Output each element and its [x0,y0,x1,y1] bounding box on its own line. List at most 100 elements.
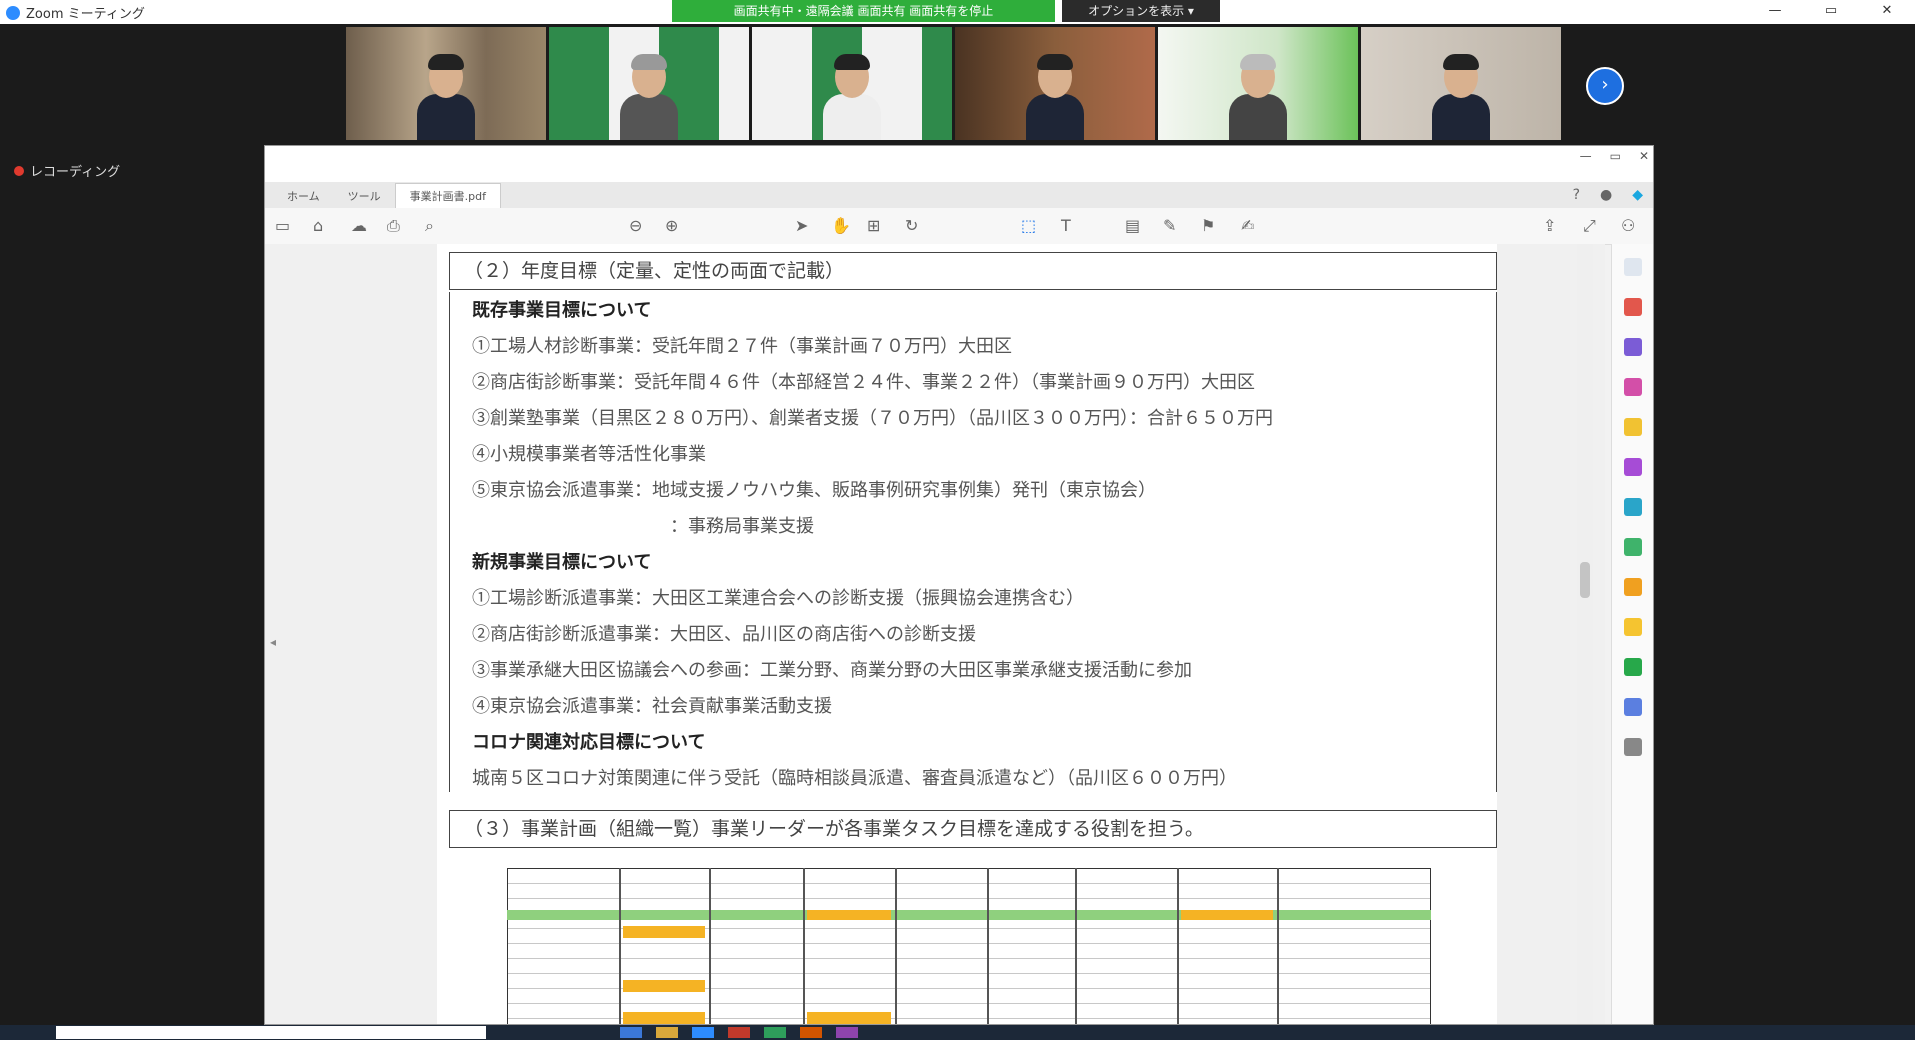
tab-home[interactable]: ホーム [273,184,334,208]
settings-icon[interactable] [1624,738,1642,756]
video-camera-icon [6,5,20,20]
taskbar-app-icon[interactable] [836,1027,858,1038]
taskbar-app-icon[interactable] [692,1027,714,1038]
screen-share-banner[interactable]: 画面共有中・遠隔会議 画面共有 画面共有を停止 [672,0,1055,22]
hand-icon[interactable]: ✋ [831,216,851,235]
participant-tile[interactable] [1361,27,1561,140]
vertical-scrollbar[interactable] [1577,244,1593,1024]
pdf-tabbar: ホーム ツール 事業計画書.pdf ? ● ◆ [265,182,1653,208]
tab-document[interactable]: 事業計画書.pdf [394,183,502,208]
doc-line: ①工場人材診断事業：受託年間２７件（事業計画７０万円）大田区 [472,336,1012,357]
taskbar-app-icon[interactable] [800,1027,822,1038]
help-icon[interactable]: ? [1573,187,1580,203]
recording-indicator[interactable]: レコーディング [14,161,120,180]
home-icon[interactable]: ⌂ [313,216,323,235]
account-icons: ? ● ◆ [1573,187,1643,203]
more-tools-icon[interactable] [1624,578,1642,596]
table-grid [507,868,1431,1024]
participant-video [417,54,475,140]
close-button[interactable]: ✕ [1639,146,1649,166]
typewriter-icon[interactable]: T [1061,216,1071,235]
minimize-button[interactable]: — [1747,0,1803,22]
table-column-line [709,868,711,1024]
participant-video [620,54,678,140]
minimize-button[interactable]: — [1580,146,1592,166]
print-icon[interactable]: ⎙ [387,216,400,236]
fill-sign-icon[interactable] [1624,458,1642,476]
pdf-page: （２）年度目標（定量、定性の両面で記載） 既存事業目標について ①工場人材診断事… [437,244,1497,1024]
table-highlight-cell [807,1012,891,1024]
close-button[interactable]: ✕ [1859,0,1915,22]
participant-tile[interactable] [752,27,952,140]
doc-line: ：事務局事業支援 [472,516,814,537]
doc-line: ②商店街診断派遣事業：大田区、品川区の商店街への診断支援 [472,624,976,645]
doc-line: ④東京協会派遣事業：社会貢献事業活動支援 [472,696,832,717]
participant-tile[interactable] [346,27,546,140]
account-icon[interactable]: ◆ [1632,187,1643,203]
page-icon[interactable]: ▭ [275,216,290,235]
participant-tile[interactable] [955,27,1155,140]
view-options-button[interactable]: オプションを表示 ▾ [1062,0,1220,22]
section-2-header: （２）年度目標（定量、定性の両面で記載） [449,252,1497,290]
window-controls: — ▭ ✕ [1747,0,1915,22]
bell-icon[interactable]: ● [1600,187,1612,203]
section-3-header: （３）事業計画（組織一覧）事業リーダーが各事業タスク目標を達成する役割を担う。 [449,810,1497,848]
search-icon[interactable] [1624,258,1642,276]
protect-icon[interactable] [1624,698,1642,716]
maximize-button[interactable]: ▭ [1610,146,1621,166]
scrollbar-thumb[interactable] [1580,562,1590,598]
pdf-menubar [265,166,1653,182]
table-column-line [1177,868,1179,1024]
doc-line: ④小規模事業者等活性化事業 [472,444,706,465]
table-column-line [803,868,805,1024]
taskbar-app-icon[interactable] [620,1027,642,1038]
tab-tools[interactable]: ツール [334,184,395,208]
next-page-button[interactable]: › [1586,67,1624,105]
section-2-body: 既存事業目標について ①工場人材診断事業：受託年間２７件（事業計画７０万円）大田… [449,292,1497,792]
zoom-out-icon[interactable]: ⊖ [629,216,642,235]
app-title-text: Zoom ミーティング [26,7,145,22]
taskbar-app-icon[interactable] [764,1027,786,1038]
taskbar-search-input[interactable] [56,1026,486,1039]
doc-line: ①工場診断派遣事業：大田区工業連合会への診断支援（振興協会連携含む） [472,588,1084,609]
organize-icon[interactable] [1624,378,1642,396]
comment-icon[interactable]: ▤ [1125,216,1140,235]
maximize-button[interactable]: ▭ [1803,0,1859,22]
share-icon[interactable]: ⇪ [1543,216,1556,235]
taskbar-app-icon[interactable] [728,1027,750,1038]
collapse-left-icon[interactable]: ◂ [270,635,276,649]
participant-tile[interactable] [1158,27,1358,140]
comment-icon[interactable] [1624,418,1642,436]
doc-line: 新規事業目標について [472,552,652,573]
sign-icon[interactable]: ✍ [1241,216,1254,235]
pdf-titlebar: — ▭ ✕ [265,146,1653,166]
doc-line: ②商店街診断事業：受託年間４６件（本部経営２４件、事業２２件）（事業計画９０万円… [472,372,1255,393]
pdf-toolbar: ▭ ⌂ ☁ ⎙ ⌕ ⊖ ⊕ ➤ ✋ ⊞ ↻ ⬚ T ▤ ✎ ⚑ ✍ ⇪ ⤢ ⚇ [265,208,1653,245]
pen-icon[interactable]: ✎ [1163,216,1176,235]
share-icon[interactable] [1624,658,1642,676]
taskbar-app-icon[interactable] [656,1027,678,1038]
user-share-icon[interactable]: ⚇ [1621,216,1635,235]
fit-icon[interactable]: ⊞ [867,216,880,235]
zoom-in-icon[interactable]: ⊕ [665,216,678,235]
protect-icon[interactable] [1624,498,1642,516]
table-column-line [1277,868,1279,1024]
cloud-icon[interactable]: ☁ [351,216,367,235]
zoom-app-title: Zoom ミーティング [6,3,145,22]
export-pdf-icon[interactable] [1624,298,1642,316]
select-icon[interactable]: ⬚ [1021,216,1036,235]
stamp-icon[interactable] [1624,618,1642,636]
document-area[interactable]: （２）年度目標（定量、定性の両面で記載） 既存事業目標について ①工場人材診断事… [265,244,1605,1024]
compress-icon[interactable] [1624,538,1642,556]
table-highlight-cell [623,926,705,938]
stamp-icon[interactable]: ⚑ [1201,216,1215,235]
doc-line: ③事業承継大田区協議会への参画：工業分野、商業分野の大田区事業承継支援活動に参加 [472,660,1192,681]
cursor-icon[interactable]: ➤ [795,216,808,235]
table-column-line [895,868,897,1024]
pdf-window-controls: — ▭ ✕ [1580,146,1649,166]
search-icon[interactable]: ⌕ [425,216,434,236]
expand-icon[interactable]: ⤢ [1583,216,1596,236]
rotate-icon[interactable]: ↻ [905,216,918,235]
edit-pdf-icon[interactable] [1624,338,1642,356]
participant-tile[interactable] [549,27,749,140]
